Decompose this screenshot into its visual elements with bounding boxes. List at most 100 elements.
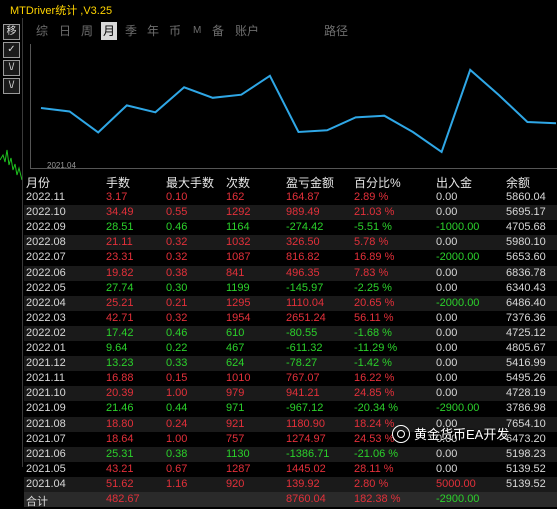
cell-percent: -5.51 % (354, 221, 392, 234)
cell-lots: 9.64 (106, 342, 128, 354)
cell-lots: 19.82 (106, 266, 134, 279)
cell-month: 2021.06 (26, 447, 66, 460)
cell-profit: -274.42 (286, 221, 324, 234)
tab-year[interactable]: 年 (147, 22, 159, 40)
cell-lots: 28.51 (106, 221, 134, 234)
cell-month: 合计 (26, 496, 48, 508)
cell-lots: 13.23 (106, 357, 134, 370)
cell-balance: 5695.17 (506, 206, 546, 219)
check-icon[interactable]: ✓ (3, 42, 20, 58)
cell-balance: 4728.19 (506, 387, 546, 400)
header-deposit: 出入金 (436, 176, 473, 190)
balance-chart-svg (40, 68, 557, 154)
cell-max-lots: 0.24 (166, 417, 188, 430)
cell-balance: 6836.78 (506, 266, 546, 279)
cell-count: 1295 (226, 296, 251, 309)
cell-balance: 5980.10 (506, 236, 546, 249)
chevron-down-icon[interactable]: \/ (3, 60, 20, 76)
move-icon[interactable]: 移 (3, 24, 20, 40)
cell-month: 2021.12 (26, 357, 66, 370)
cell-profit: 8760.04 (286, 493, 326, 505)
cell-percent: 16.89 % (354, 251, 395, 264)
cell-max-lots: 1.16 (166, 477, 188, 490)
cell-profit: -1386.71 (286, 447, 330, 460)
cell-balance: 5139.52 (506, 477, 546, 490)
tab-notes[interactable]: 备 (212, 22, 224, 40)
table-row: 2021.12 13.23 0.33 624 -78.27 -1.42 % 0.00 5416… (24, 356, 557, 372)
cell-count: 1199 (226, 281, 250, 294)
table-row: 2022.05 27.74 0.30 1199 -145.97 -2.25 % 0.00 63… (24, 281, 557, 296)
table-row: 2022.09 28.51 0.46 1164 -274.42 -5.51 % -1000.… (24, 220, 557, 235)
cell-count: 1032 (226, 236, 251, 249)
header-profit: 盈亏金额 (286, 176, 335, 190)
cell-percent: -11.29 % (354, 342, 398, 354)
table-row: 2022.06 19.82 0.38 841 496.35 7.83 % 0.00 6836.… (24, 265, 557, 281)
cell-count: 1164 (226, 221, 250, 234)
tab-month[interactable]: 月 (101, 22, 118, 40)
cell-month: 2022.03 (26, 311, 66, 324)
cell-percent: 7.83 % (354, 266, 389, 279)
cell-percent: 2.80 % (354, 477, 389, 490)
cell-deposit: 5000.00 (436, 477, 476, 490)
tab-path[interactable]: 路径 (324, 22, 348, 40)
cell-lots: 42.71 (106, 311, 134, 324)
cell-profit: 1445.02 (286, 462, 326, 475)
tab-account[interactable]: 账户 (235, 22, 259, 40)
cell-profit: 767.07 (286, 372, 320, 385)
cell-count: 1130 (226, 447, 250, 460)
cell-max-lots: 0.32 (166, 236, 188, 249)
cell-max-lots: 0.15 (166, 372, 188, 385)
cell-count: 1287 (226, 462, 251, 475)
cell-profit: -145.97 (286, 281, 324, 294)
header-max-lots: 最大手数 (166, 176, 215, 190)
tab-quarter[interactable]: 季 (125, 22, 137, 40)
tab-m[interactable]: M (193, 22, 201, 40)
cell-count: 1087 (226, 251, 251, 264)
cell-month: 2021.09 (26, 402, 66, 415)
cell-percent: -1.42 % (354, 357, 392, 370)
header-percent: 百分比% (354, 176, 401, 190)
table-row: 2021.04 51.62 1.16 920 139.92 2.80 % 5000.00 51… (24, 476, 557, 492)
cell-balance: 7376.36 (506, 311, 546, 324)
cell-balance: 5416.99 (506, 357, 546, 370)
cell-count: 1954 (226, 311, 251, 324)
cell-balance: 6486.40 (506, 296, 546, 309)
cell-profit: 326.50 (286, 236, 320, 249)
cell-profit: -78.27 (286, 357, 318, 370)
cell-max-lots: 0.10 (166, 191, 188, 203)
cell-max-lots: 0.46 (166, 221, 188, 234)
header-count: 次数 (226, 176, 251, 190)
cell-lots: 27.74 (106, 281, 134, 294)
table-row: 2021.06 25.31 0.38 1130 -1386.71 -21.06 % 0.00… (24, 446, 557, 462)
cell-count: 979 (226, 387, 245, 400)
chevron-down-icon[interactable]: \/ (3, 78, 20, 94)
cell-max-lots: 0.30 (166, 281, 188, 294)
table-row: 2022.03 42.71 0.32 1954 2651.24 56.11 % 0.00 73… (24, 311, 557, 326)
tab-currency[interactable]: 币 (169, 22, 181, 40)
window-title: MTDriver统计 ,V3.25 (10, 5, 113, 17)
cell-lots: 20.39 (106, 387, 134, 400)
divider (22, 18, 23, 467)
cell-max-lots: 0.33 (166, 357, 188, 370)
cell-profit: 989.49 (286, 206, 320, 219)
cell-profit: -80.55 (286, 326, 318, 339)
cell-lots: 16.88 (106, 372, 134, 385)
cell-max-lots: 0.32 (166, 251, 188, 264)
cell-month: 2021.04 (26, 477, 66, 490)
cell-month: 2022.08 (26, 236, 66, 249)
cell-profit: 941.21 (286, 387, 320, 400)
cell-profit: -611.32 (286, 342, 323, 354)
cell-max-lots: 0.22 (166, 342, 188, 354)
tab-week[interactable]: 周 (81, 22, 93, 40)
cell-deposit: 0.00 (436, 326, 458, 339)
cell-count: 624 (226, 357, 245, 370)
cell-profit: 1110.04 (286, 296, 325, 309)
header-lots: 手数 (106, 176, 131, 190)
cell-max-lots: 0.38 (166, 447, 188, 460)
cell-balance: 4725.12 (506, 326, 546, 339)
tab-day[interactable]: 日 (59, 22, 71, 40)
cell-count: 162 (226, 191, 245, 203)
cell-profit: 139.92 (286, 477, 320, 490)
tab-summary[interactable]: 综 (36, 22, 48, 40)
cell-deposit: 0.00 (436, 357, 458, 370)
